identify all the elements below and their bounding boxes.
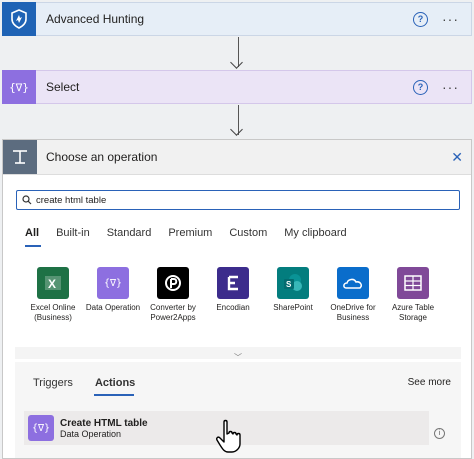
connector-label: SharePoint — [273, 303, 313, 312]
tab-triggers[interactable]: Triggers — [33, 377, 73, 389]
arrow-down-icon — [230, 56, 243, 69]
panel-header: Choose an operation ✕ — [3, 140, 471, 175]
tab-my-clipboard[interactable]: My clipboard — [284, 227, 346, 239]
panel-title: Choose an operation — [46, 150, 158, 164]
connector-excel-online[interactable]: X Excel Online (Business) — [23, 267, 83, 323]
step-advanced-hunting[interactable]: Advanced Hunting ? ··· — [2, 2, 472, 36]
tab-custom[interactable]: Custom — [229, 227, 267, 239]
connectors-grid: X Excel Online (Business) {∇} Data Opera… — [15, 255, 461, 348]
active-tab-indicator — [94, 394, 134, 396]
step-title: Select — [46, 80, 80, 94]
data-operation-icon: {∇} — [28, 415, 54, 441]
converter-icon — [157, 267, 189, 299]
tab-all[interactable]: All — [25, 227, 39, 239]
search-input[interactable] — [36, 194, 436, 206]
chevron-down-icon: ﹀ — [234, 353, 242, 362]
onedrive-icon — [337, 267, 369, 299]
excel-icon: X — [37, 267, 69, 299]
connector-converter[interactable]: Converter by Power2Apps — [143, 267, 203, 323]
connector-label: Encodian — [216, 303, 250, 312]
sharepoint-icon: S — [277, 267, 309, 299]
data-operation-icon: {∇} — [2, 70, 36, 104]
step-title: Advanced Hunting — [46, 12, 145, 26]
connector-azure-table-storage[interactable]: Azure Table Storage — [383, 267, 443, 323]
action-name: Create HTML table — [60, 417, 148, 429]
more-options-icon[interactable]: ··· — [442, 79, 459, 95]
operation-icon — [3, 140, 37, 174]
connector-label: Excel Online (Business) — [30, 303, 76, 322]
data-operation-icon: {∇} — [97, 267, 129, 299]
connector-label: Azure Table Storage — [391, 303, 435, 322]
tab-premium[interactable]: Premium — [168, 227, 212, 239]
tab-standard[interactable]: Standard — [107, 227, 152, 239]
svg-text:X: X — [48, 277, 56, 291]
help-icon[interactable]: ? — [413, 79, 428, 95]
step-select[interactable]: {∇} Select ? ··· — [2, 70, 472, 104]
encodian-icon — [217, 267, 249, 299]
active-tab-indicator — [25, 245, 41, 247]
more-options-icon[interactable]: ··· — [442, 11, 459, 27]
action-connector: Data Operation — [60, 428, 122, 439]
search-box[interactable] — [16, 190, 460, 210]
connector-label: Data Operation — [85, 303, 141, 312]
connector-data-operation[interactable]: {∇} Data Operation — [83, 267, 143, 313]
expand-connectors-bar[interactable]: ﹀ — [15, 347, 461, 362]
hand-cursor-icon — [216, 419, 241, 453]
help-icon[interactable]: ? — [413, 11, 428, 27]
connector-encodian[interactable]: Encodian — [203, 267, 263, 313]
shield-icon — [2, 2, 36, 36]
tab-actions[interactable]: Actions — [95, 377, 135, 389]
connector-label: Converter by Power2Apps — [150, 303, 196, 322]
connector-sharepoint[interactable]: S SharePoint — [263, 267, 323, 313]
arrow-down-icon — [230, 123, 243, 136]
svg-text:S: S — [286, 280, 292, 289]
azure-table-icon — [397, 267, 429, 299]
search-icon — [22, 195, 32, 205]
tab-built-in[interactable]: Built-in — [56, 227, 90, 239]
info-icon[interactable]: i — [434, 428, 445, 439]
result-tabs: Triggers Actions — [33, 377, 157, 389]
category-tabs: All Built-in Standard Premium Custom My … — [25, 227, 364, 239]
connector-onedrive[interactable]: OneDrive for Business — [323, 267, 383, 323]
connector-label: OneDrive for Business — [330, 303, 376, 322]
close-icon[interactable]: ✕ — [451, 149, 463, 166]
see-more-link[interactable]: See more — [408, 377, 451, 388]
choose-operation-panel: Choose an operation ✕ All Built-in Stand… — [2, 139, 472, 459]
